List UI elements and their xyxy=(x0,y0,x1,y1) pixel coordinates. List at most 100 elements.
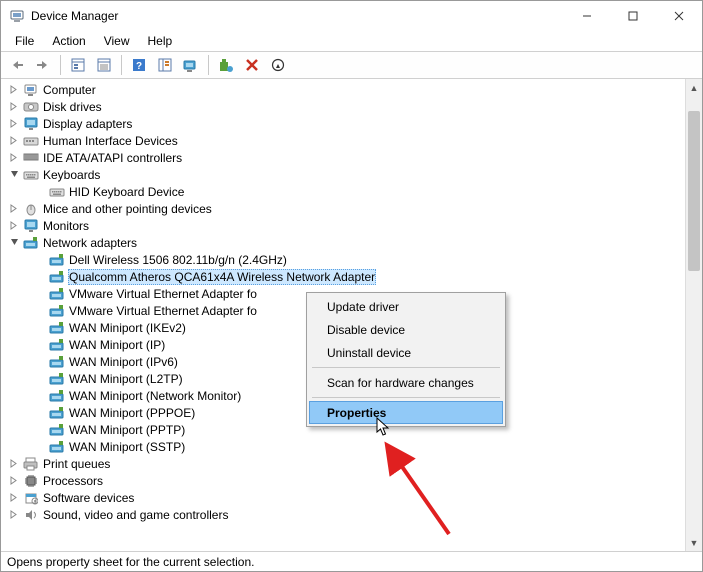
expander-icon[interactable] xyxy=(7,117,21,131)
tree-label: WAN Miniport (IKEv2) xyxy=(68,320,187,336)
tree-item-ide[interactable]: IDE ATA/ATAPI controllers xyxy=(1,149,685,166)
ctx-separator xyxy=(312,367,500,368)
tree-item-hid-keyboard[interactable]: HID Keyboard Device xyxy=(1,183,685,200)
tree-view-container: Computer Disk drives Display adapters Hu… xyxy=(1,79,702,551)
expander-icon[interactable] xyxy=(7,151,21,165)
tree-label: WAN Miniport (SSTP) xyxy=(68,439,186,455)
show-hide-console-tree-button[interactable] xyxy=(66,54,90,76)
network-icon xyxy=(49,439,65,455)
expander-collapse-icon[interactable] xyxy=(7,168,21,182)
network-icon xyxy=(49,252,65,268)
expander-icon[interactable] xyxy=(7,457,21,471)
tree-item-print-queues[interactable]: Print queues xyxy=(1,455,685,472)
menu-view[interactable]: View xyxy=(96,32,138,50)
network-icon xyxy=(49,371,65,387)
mouse-icon xyxy=(23,201,39,217)
network-icon xyxy=(49,303,65,319)
status-text: Opens property sheet for the current sel… xyxy=(7,555,254,569)
properties-button[interactable] xyxy=(92,54,116,76)
vertical-scrollbar[interactable]: ▲ ▼ xyxy=(685,79,702,551)
svg-text:?: ? xyxy=(136,61,142,72)
network-icon xyxy=(49,286,65,302)
monitor-icon xyxy=(23,218,39,234)
menu-file[interactable]: File xyxy=(7,32,42,50)
tree-item-computer[interactable]: Computer xyxy=(1,81,685,98)
tree-label: Processors xyxy=(42,473,104,489)
title-bar: Device Manager xyxy=(1,1,702,31)
tree-label: Computer xyxy=(42,82,97,98)
ctx-disable-device[interactable]: Disable device xyxy=(309,318,503,341)
scan-hardware-button[interactable] xyxy=(179,54,203,76)
status-bar: Opens property sheet for the current sel… xyxy=(1,551,702,571)
tree-label: WAN Miniport (Network Monitor) xyxy=(68,388,242,404)
tree-item-network-adapters[interactable]: Network adapters xyxy=(1,234,685,251)
tree-label: WAN Miniport (IPv6) xyxy=(68,354,179,370)
scroll-thumb[interactable] xyxy=(688,111,700,271)
network-icon xyxy=(49,337,65,353)
expander-icon[interactable] xyxy=(7,134,21,148)
tree-item-sound[interactable]: Sound, video and game controllers xyxy=(1,506,685,523)
forward-button[interactable] xyxy=(31,54,55,76)
network-icon xyxy=(49,405,65,421)
tree-label: Keyboards xyxy=(42,167,101,183)
menu-bar: File Action View Help xyxy=(1,31,702,51)
scroll-up-icon[interactable]: ▲ xyxy=(686,79,702,96)
sound-icon xyxy=(23,507,39,523)
ctx-properties[interactable]: Properties xyxy=(309,401,503,424)
tree-item-adapter[interactable]: WAN Miniport (SSTP) xyxy=(1,438,685,455)
ctx-scan-hardware[interactable]: Scan for hardware changes xyxy=(309,371,503,394)
expander-collapse-icon[interactable] xyxy=(7,236,21,250)
tree-item-adapter-selected[interactable]: Qualcomm Atheros QCA61x4A Wireless Netwo… xyxy=(1,268,685,285)
computer-icon xyxy=(23,82,39,98)
network-icon xyxy=(49,422,65,438)
expander-icon[interactable] xyxy=(7,491,21,505)
toolbar: ? xyxy=(1,51,702,79)
tree-item-monitors[interactable]: Monitors xyxy=(1,217,685,234)
scroll-down-icon[interactable]: ▼ xyxy=(686,534,702,551)
tree-item-processors[interactable]: Processors xyxy=(1,472,685,489)
expander-icon[interactable] xyxy=(7,508,21,522)
window-title: Device Manager xyxy=(31,9,564,23)
disable-button[interactable] xyxy=(266,54,290,76)
expander-icon[interactable] xyxy=(7,100,21,114)
tree-label: VMware Virtual Ethernet Adapter fo xyxy=(68,303,258,319)
tree-item-hid[interactable]: Human Interface Devices xyxy=(1,132,685,149)
expander-icon[interactable] xyxy=(7,83,21,97)
tree-label: Monitors xyxy=(42,218,90,234)
back-button[interactable] xyxy=(5,54,29,76)
tree-item-mice[interactable]: Mice and other pointing devices xyxy=(1,200,685,217)
display-icon xyxy=(23,116,39,132)
disk-icon xyxy=(23,99,39,115)
tree-item-display-adapters[interactable]: Display adapters xyxy=(1,115,685,132)
tree-item-keyboards[interactable]: Keyboards xyxy=(1,166,685,183)
scroll-track[interactable] xyxy=(686,96,702,534)
tree-label: Network adapters xyxy=(42,235,138,251)
tree-label: Human Interface Devices xyxy=(42,133,179,149)
tree-label: Disk drives xyxy=(42,99,103,115)
context-menu: Update driver Disable device Uninstall d… xyxy=(306,292,506,427)
expander-icon[interactable] xyxy=(7,202,21,216)
tree-item-adapter[interactable]: Dell Wireless 1506 802.11b/g/n (2.4GHz) xyxy=(1,251,685,268)
close-button[interactable] xyxy=(656,1,702,31)
uninstall-button[interactable] xyxy=(240,54,264,76)
tree-item-disk-drives[interactable]: Disk drives xyxy=(1,98,685,115)
maximize-button[interactable] xyxy=(610,1,656,31)
minimize-button[interactable] xyxy=(564,1,610,31)
tree-label: Dell Wireless 1506 802.11b/g/n (2.4GHz) xyxy=(68,252,288,268)
ctx-separator xyxy=(312,397,500,398)
network-icon xyxy=(49,269,65,285)
expander-icon[interactable] xyxy=(7,474,21,488)
expander-icon[interactable] xyxy=(7,219,21,233)
tree-item-software-devices[interactable]: Software devices xyxy=(1,489,685,506)
action-center-button[interactable] xyxy=(153,54,177,76)
menu-action[interactable]: Action xyxy=(44,32,93,50)
ctx-update-driver[interactable]: Update driver xyxy=(309,295,503,318)
help-button[interactable]: ? xyxy=(127,54,151,76)
update-driver-button[interactable] xyxy=(214,54,238,76)
menu-help[interactable]: Help xyxy=(140,32,181,50)
network-icon xyxy=(49,354,65,370)
tree-label: Display adapters xyxy=(42,116,133,132)
printer-icon xyxy=(23,456,39,472)
tree-label: Sound, video and game controllers xyxy=(42,507,229,523)
ctx-uninstall-device[interactable]: Uninstall device xyxy=(309,341,503,364)
